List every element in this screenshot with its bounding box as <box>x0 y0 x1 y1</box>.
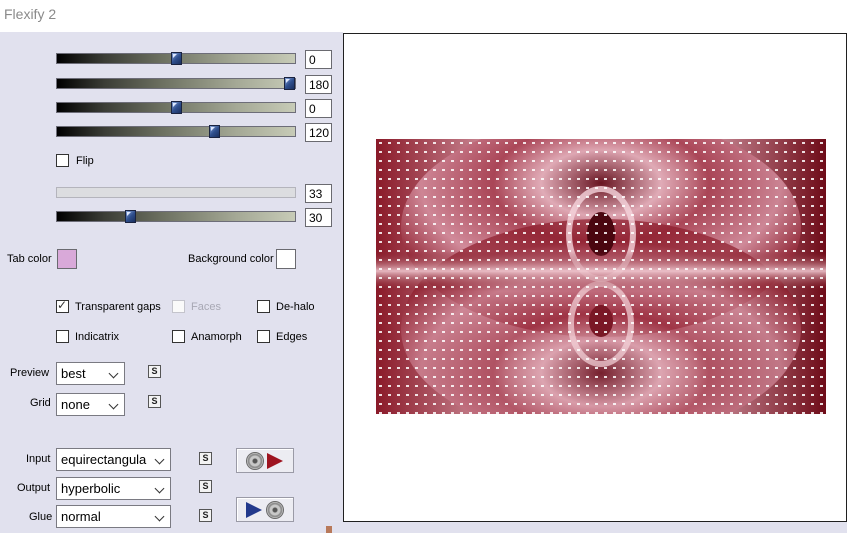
preview-image <box>376 139 826 414</box>
glue-select[interactable]: normal <box>56 505 171 528</box>
background-color-label: Background color <box>188 253 274 265</box>
fov-slider-handle[interactable] <box>209 125 220 138</box>
indicatrix-label: Indicatrix <box>75 331 120 343</box>
de-halo-label: De-halo <box>276 301 315 313</box>
output-map-button[interactable] <box>236 497 294 522</box>
sharpen-slider-handle[interactable] <box>125 210 136 223</box>
hyperbolic-tunnel-image <box>376 139 826 414</box>
spin-slider-handle[interactable] <box>171 101 182 114</box>
output-s-button[interactable]: S <box>199 480 212 493</box>
anamorph-checkbox[interactable] <box>172 330 185 343</box>
arrow-right-icon <box>246 502 262 518</box>
arrow-right-icon <box>267 453 283 469</box>
longitude-slider-handle[interactable] <box>284 77 295 90</box>
grid-select-value: none <box>61 397 90 412</box>
input-s-button[interactable]: S <box>199 452 212 465</box>
spin-value-field[interactable]: 0 <box>305 99 332 118</box>
input-select-value: equirectangula <box>61 452 147 467</box>
glue-label: Glue <box>29 511 53 523</box>
spin-slider[interactable] <box>56 101 296 114</box>
transparent-gaps-label: Transparent gaps <box>75 301 161 313</box>
flip-label: Flip <box>76 155 94 167</box>
anamorph-label: Anamorph <box>191 331 242 343</box>
preview-s-button[interactable]: S <box>148 365 161 378</box>
indicatrix-checkbox[interactable] <box>56 330 69 343</box>
chevron-down-icon <box>154 454 165 465</box>
longitude-slider[interactable] <box>56 77 296 90</box>
output-select-value: hyperbolic <box>61 481 121 496</box>
status-strip <box>343 522 847 533</box>
longitude-value-field[interactable]: 180 <box>305 75 332 94</box>
glue-s-button[interactable]: S <box>199 509 212 522</box>
grid-s-button[interactable]: S <box>148 395 161 408</box>
edges-checkbox[interactable] <box>257 330 270 343</box>
chevron-down-icon <box>108 368 119 379</box>
latitude-slider[interactable] <box>56 52 296 65</box>
faces-checkbox[interactable] <box>172 300 185 313</box>
fov-slider[interactable] <box>56 125 296 138</box>
window-title: Flexify 2 <box>4 6 57 22</box>
output-select[interactable]: hyperbolic <box>56 477 171 500</box>
disc-icon <box>266 501 284 519</box>
latitude-slider-handle[interactable] <box>171 52 182 65</box>
chevron-down-icon <box>154 511 165 522</box>
edges-label: Edges <box>276 331 308 343</box>
tab-color-label: Tab color <box>7 253 52 265</box>
grid-label: Grid <box>30 397 51 409</box>
sharpen-slider[interactable] <box>56 210 296 223</box>
input-select[interactable]: equirectangula <box>56 448 171 471</box>
latitude-value-field[interactable]: 0 <box>305 50 332 69</box>
flip-checkbox[interactable] <box>56 154 69 167</box>
output-label: Output <box>17 482 51 494</box>
fov-value-field[interactable]: 120 <box>305 123 332 142</box>
preview-label: Preview <box>10 367 50 379</box>
resize-grip[interactable] <box>326 526 332 533</box>
faces-label: Faces <box>191 301 221 313</box>
background-color-swatch[interactable] <box>276 249 296 269</box>
preview-select[interactable]: best <box>56 362 125 385</box>
chevron-down-icon <box>154 483 165 494</box>
disc-icon <box>246 452 264 470</box>
glue-select-value: normal <box>61 509 101 524</box>
input-map-button[interactable] <box>236 448 294 473</box>
checkmark-icon: ✓ <box>57 298 68 312</box>
sharpen-value-field[interactable]: 30 <box>305 208 332 227</box>
de-halo-checkbox[interactable] <box>257 300 270 313</box>
tabs-value-field[interactable]: 33 <box>305 184 332 203</box>
chevron-down-icon <box>108 399 119 410</box>
title-bar: Flexify 2 <box>0 0 847 32</box>
tabs-slider <box>56 187 296 198</box>
tab-color-swatch[interactable] <box>57 249 77 269</box>
grid-select[interactable]: none <box>56 393 125 416</box>
preview-select-value: best <box>61 366 86 381</box>
transparent-gaps-checkbox[interactable]: ✓ <box>56 298 69 313</box>
input-label: Input <box>26 453 51 465</box>
